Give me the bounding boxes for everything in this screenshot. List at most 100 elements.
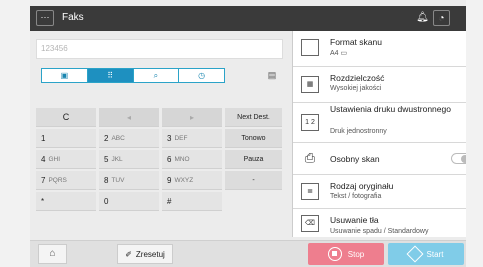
search-tab[interactable]: ⌕ (133, 69, 180, 82)
keypad-tab[interactable]: ⠿ (87, 69, 134, 82)
key-main: 7 (41, 175, 46, 185)
stop-button[interactable]: Stop (308, 243, 384, 265)
separate-scan-icon: ⎙ (301, 150, 319, 167)
menu-button[interactable]: ··· (36, 10, 54, 26)
reset-label: Zresetuj (135, 249, 165, 259)
original-type-item[interactable]: ≣ Rodzaj oryginału Tekst / fotografia (293, 175, 466, 209)
key-6[interactable]: 6 MNO (162, 150, 222, 169)
fax-screen: ··· Faks 🔔︎ ◔ 123456 ▣ ⠿ ⌕ ◷ ▤ C ◂ ▸ Nex… (30, 0, 466, 267)
pauza-key[interactable]: Pauza (225, 150, 282, 169)
address-register-icon: ▤ (267, 70, 277, 80)
key-1[interactable]: 1 (36, 129, 96, 148)
separate-scan-toggle[interactable] (451, 153, 466, 164)
key-0[interactable]: 0 (99, 192, 159, 211)
key-sub: TUV (111, 176, 125, 184)
clear-key[interactable]: C (36, 108, 96, 127)
key-main: 6 (167, 154, 172, 164)
key-5[interactable]: 5 JKL (99, 150, 159, 169)
left-arrow-icon: ◂ (126, 112, 131, 122)
address-book-icon: ▣ (60, 71, 69, 80)
key-sub: JKL (111, 155, 123, 163)
user-icon[interactable]: ◔ (433, 10, 450, 26)
key-7[interactable]: 7 PQRS (36, 171, 96, 190)
left-margin (0, 0, 30, 267)
key-main: 1 (41, 133, 46, 143)
key-8[interactable]: 8 TUV (99, 171, 159, 190)
dash-label: - (252, 176, 255, 184)
stop-label: Stop (347, 249, 365, 259)
original-type-value: Tekst / fotografia (330, 193, 382, 200)
keypad: C ◂ ▸ Next Dest. 1 2 ABC 3 DEF Tonowo 4 GHI… (36, 108, 284, 213)
history-tab[interactable]: ◷ (179, 69, 224, 82)
address-book-tab[interactable]: ▣ (42, 69, 88, 82)
key-main: * (41, 196, 45, 206)
erase-icon: ⌫ (301, 215, 319, 232)
portrait-icon: ▭ (338, 50, 348, 57)
separate-scan-label: Osobny skan (330, 154, 380, 164)
next-dest-key[interactable]: Next Dest. (225, 108, 282, 127)
dash-key[interactable]: - (225, 171, 282, 190)
stop-icon (327, 247, 342, 261)
duplex-value: Druk jednostronny (330, 128, 387, 135)
search-icon: ⌕ (153, 70, 159, 80)
empty-slot (225, 192, 282, 211)
bell-icon[interactable]: 🔔︎ (414, 10, 431, 26)
clear-key-label: C (62, 112, 70, 122)
duplex-icon: 1 2 (301, 114, 319, 131)
key-sub: ABC (111, 134, 125, 142)
reset-button[interactable]: ✐ Zresetuj (117, 244, 173, 264)
key-9[interactable]: 9 WXYZ (162, 171, 222, 190)
scan-format-item[interactable]: Format skanu A4 ▭ (293, 31, 466, 67)
pauza-label: Pauza (243, 155, 264, 163)
key-sub: GHI (48, 155, 61, 163)
address-register-button[interactable]: ▤ (263, 67, 281, 84)
right-margin (466, 0, 483, 267)
settings-panel: Format skanu A4 ▭ ▦ Rozdzielczość Wysoki… (292, 31, 466, 237)
right-arrow-key[interactable]: ▸ (162, 108, 222, 127)
duplex-label: Ustawienia druku dwustronnego (330, 104, 451, 114)
scan-format-label: Format skanu (330, 37, 382, 47)
resolution-label: Rozdzielczość (330, 73, 385, 83)
tonowo-key[interactable]: Tonowo (225, 129, 282, 148)
key-main: 8 (104, 175, 109, 185)
home-button[interactable]: ⌂ (38, 244, 67, 264)
bottom-bar: ⌂ ✐ Zresetuj Stop Start (30, 240, 466, 267)
history-icon: ◷ (198, 71, 206, 80)
left-arrow-key[interactable]: ◂ (99, 108, 159, 127)
address-tabs: ▣ ⠿ ⌕ ◷ (41, 68, 225, 83)
start-icon (406, 245, 424, 263)
start-label: Start (426, 249, 444, 259)
destination-input[interactable]: 123456 (36, 39, 283, 59)
separate-scan-item[interactable]: ⎙ Osobny skan (293, 143, 466, 175)
start-button[interactable]: Start (388, 243, 464, 265)
key-3[interactable]: 3 DEF (162, 129, 222, 148)
key-sub: WXYZ (174, 176, 194, 184)
tonowo-label: Tonowo (241, 134, 266, 142)
original-type-icon: ≣ (301, 183, 319, 200)
key-4[interactable]: 4 GHI (36, 150, 96, 169)
key-sub: PQRS (48, 176, 67, 184)
key-main: 4 (41, 154, 46, 164)
reset-icon: ✐ (125, 249, 132, 259)
erase-value: Usuwanie spadu / Standardowy (330, 228, 429, 235)
resolution-value: Wysokiej jakości (330, 85, 382, 92)
scan-format-value-text: A4 (330, 50, 339, 57)
key-2[interactable]: 2 ABC (99, 129, 159, 148)
original-type-label: Rodzaj oryginału (330, 181, 394, 191)
home-icon: ⌂ (49, 248, 56, 259)
resolution-item[interactable]: ▦ Rozdzielczość Wysokiej jakości (293, 67, 466, 103)
key-main: 5 (104, 154, 109, 164)
erase-item[interactable]: ⌫ Usuwanie tła Usuwanie spadu / Standard… (293, 209, 466, 239)
top-bar: ··· Faks 🔔︎ ◔ (30, 6, 466, 31)
key-main: 2 (104, 133, 109, 143)
key-sub: MNO (174, 155, 190, 163)
key-main: # (167, 196, 172, 206)
key-star[interactable]: * (36, 192, 96, 211)
right-arrow-icon: ▸ (189, 112, 194, 122)
key-main: 3 (167, 133, 172, 143)
resolution-icon: ▦ (301, 76, 319, 93)
scan-format-value: A4 ▭ (330, 49, 347, 57)
key-hash[interactable]: # (162, 192, 222, 211)
erase-label: Usuwanie tła (330, 215, 379, 225)
duplex-item[interactable]: 1 2 Ustawienia druku dwustronnego Druk j… (293, 103, 466, 143)
